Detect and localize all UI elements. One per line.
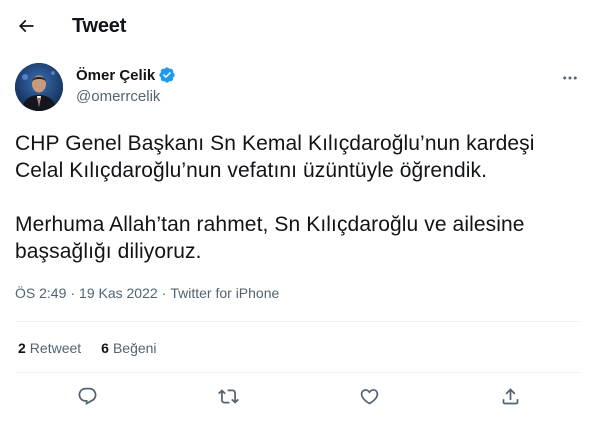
- retweets-label: Retweet: [29, 340, 82, 356]
- page-header: Tweet: [0, 0, 596, 53]
- author-name-text: Ömer Çelik: [76, 66, 156, 84]
- author-handle[interactable]: @omerrcelik: [76, 88, 160, 105]
- arrow-left-icon: [18, 19, 34, 33]
- divider: [15, 321, 581, 322]
- page-title: Tweet: [72, 15, 127, 37]
- tweet-actions: [15, 376, 581, 416]
- likes-stat[interactable]: 6 Beğeni: [101, 340, 156, 356]
- tweet-paragraph: CHP Genel Başkanı Sn Kemal Kılıçdaroğlu’…: [15, 132, 535, 182]
- tweet-paragraph: Merhuma Allah’tan rahmet, Sn Kılıçdaroğl…: [15, 213, 525, 263]
- retweets-count: 2: [18, 340, 26, 356]
- tweet-text: CHP Genel Başkanı Sn Kemal Kılıçdaroğlu’…: [15, 130, 585, 265]
- verified-badge-icon: [159, 67, 175, 83]
- tweet-date[interactable]: 19 Kas 2022: [79, 285, 158, 301]
- divider: [15, 372, 581, 373]
- share-icon: [502, 387, 518, 404]
- separator: ·: [70, 285, 76, 301]
- share-button[interactable]: [498, 384, 522, 408]
- author-name[interactable]: Ömer Çelik: [76, 66, 176, 84]
- reply-button[interactable]: [75, 384, 99, 408]
- heart-icon: [360, 388, 378, 405]
- avatar[interactable]: [15, 63, 63, 111]
- profile-photo: [15, 63, 63, 111]
- retweet-button[interactable]: [216, 384, 240, 408]
- back-button[interactable]: [10, 10, 42, 42]
- more-options-button[interactable]: [556, 64, 584, 92]
- separator: ·: [161, 285, 167, 301]
- tweet-stats: 2 Retweet 6 Beğeni: [18, 340, 157, 356]
- tweet-metadata: ÖS 2:49 · 19 Kas 2022 · Twitter for iPho…: [15, 285, 279, 301]
- tweet-time[interactable]: ÖS 2:49: [15, 285, 66, 301]
- like-button[interactable]: [357, 384, 381, 408]
- likes-label: Beğeni: [112, 340, 157, 356]
- retweet-icon: [217, 388, 239, 404]
- retweets-stat[interactable]: 2 Retweet: [18, 340, 81, 356]
- more-horizontal-icon: [563, 76, 577, 80]
- tweet-source[interactable]: Twitter for iPhone: [170, 285, 279, 301]
- likes-count: 6: [101, 340, 109, 356]
- reply-icon: [78, 387, 96, 405]
